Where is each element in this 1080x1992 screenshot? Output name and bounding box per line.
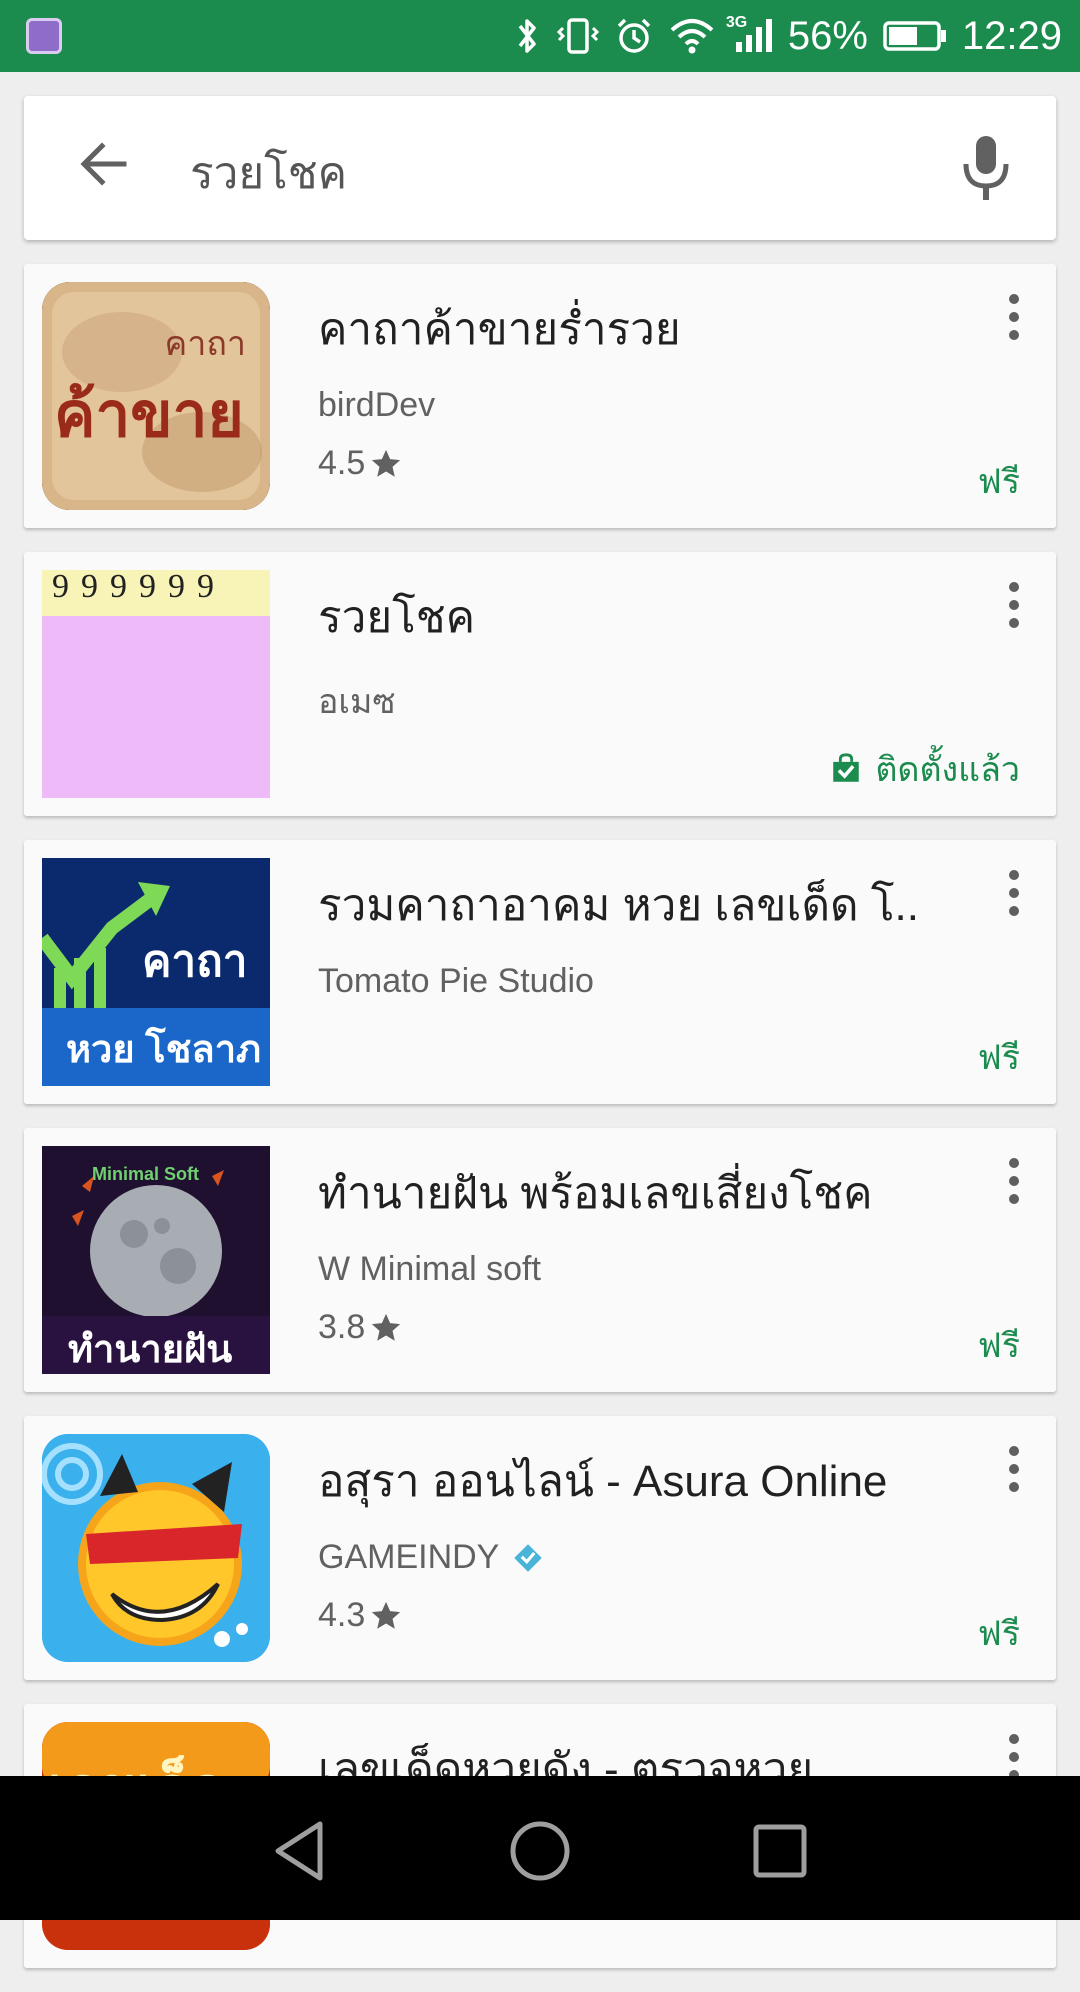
- search-results-list: คาถา ค้าขาย คาถาค้าขายร่ำรวย birdDev 4.5…: [24, 264, 1056, 1992]
- icon-text-bottom: ทำนายฝัน: [68, 1329, 233, 1371]
- price-label: ฟรี: [977, 463, 1020, 501]
- dot: [1009, 1194, 1019, 1204]
- icon-digits-strip: 999999: [42, 570, 270, 616]
- app-icon: [42, 1434, 270, 1662]
- more-options-button[interactable]: [994, 866, 1034, 926]
- app-developer: Tomato Pie Studio: [318, 962, 594, 1001]
- dot: [1009, 1482, 1019, 1492]
- triangle-back-icon: [275, 1821, 323, 1881]
- voice-search-button[interactable]: [956, 132, 1016, 204]
- developer-name: birdDev: [318, 386, 436, 424]
- dot: [1009, 330, 1019, 340]
- star-icon: [372, 1601, 401, 1629]
- dot: [1009, 1752, 1019, 1762]
- cell-signal-icon: 3G: [726, 14, 774, 56]
- battery-percent: 56%: [787, 13, 868, 58]
- more-options-button[interactable]: [994, 578, 1034, 638]
- app-title: ทำนายฝัน พร้อมเลขเสี่ยงโชค: [318, 1169, 873, 1218]
- clock: 12:29: [961, 13, 1062, 58]
- dot: [1009, 906, 1019, 916]
- app-title: รวยโชค: [318, 593, 476, 642]
- developer-name: Tomato Pie Studio: [318, 962, 594, 1000]
- installed-label: ติดตั้งแล้ว: [875, 751, 1020, 789]
- nav-back-button[interactable]: [262, 1816, 342, 1886]
- dot: [1009, 1734, 1019, 1744]
- status-bar: 3G 56% 12:29: [0, 0, 1080, 72]
- star-icon: [372, 1313, 401, 1341]
- square-recents-icon: [753, 1824, 807, 1878]
- icon-text-bottom: หวย โชลาภ: [66, 1029, 262, 1071]
- search-bar: รวยโชค: [24, 96, 1056, 240]
- app-card[interactable]: คาถา หวย โชลาภ รวมคาถาอาคม หวย เลขเด็ด โ…: [24, 840, 1056, 1104]
- battery-icon: [882, 18, 948, 54]
- developer-name: อเมซ: [318, 683, 396, 721]
- app-icon: คาถา ค้าขาย: [42, 282, 270, 510]
- installed-status: ติดตั้งแล้ว: [829, 742, 1020, 796]
- network-type-label: 3G: [725, 14, 748, 31]
- developer-name: W Minimal soft: [318, 1250, 541, 1288]
- star-icon: [372, 449, 401, 477]
- gallery-notification-icon: [26, 18, 62, 54]
- price-label: ฟรี: [977, 1039, 1020, 1077]
- dot: [1009, 1446, 1019, 1456]
- top-developer-badge-icon: [514, 1543, 543, 1572]
- app-icon: 999999: [42, 570, 270, 798]
- app-rating: 4.5: [318, 444, 403, 483]
- rating-value: 4.5: [318, 444, 366, 482]
- app-icon: คาถา หวย โชลาภ: [42, 858, 270, 1086]
- app-developer: birdDev: [318, 386, 435, 425]
- navigation-bar: [0, 1776, 1080, 1920]
- rating-value: 3.8: [318, 1308, 366, 1346]
- dot: [1009, 600, 1019, 610]
- back-button[interactable]: [76, 136, 176, 200]
- mic-icon: [963, 136, 1009, 200]
- app-developer: W Minimal soft: [318, 1250, 541, 1289]
- shopping-bag-check-icon: [833, 753, 860, 782]
- dot: [1009, 312, 1019, 322]
- app-title: อสุรา ออนไลน์ - Asura Online: [318, 1457, 888, 1506]
- icon-text-top: Minimal Soft: [92, 1164, 199, 1184]
- app-card[interactable]: Minimal Soft ทำนายฝัน ทำนายฝัน พร้อมเลขเ…: [24, 1128, 1056, 1392]
- vibrate-icon: [556, 16, 600, 56]
- dot: [1009, 888, 1019, 898]
- search-input[interactable]: รวยโชค: [190, 138, 347, 208]
- app-card[interactable]: 999999 รวยโชค อเมซ ติดตั้งแล้ว: [24, 552, 1056, 816]
- app-rating: 3.8: [318, 1308, 403, 1347]
- price-label: ฟรี: [977, 1615, 1020, 1653]
- price-label: ฟรี: [977, 1327, 1020, 1365]
- icon-text-top: คาถา: [142, 937, 248, 986]
- more-options-button[interactable]: [994, 290, 1034, 350]
- arrow-back-icon: [80, 142, 127, 186]
- icon-text-large: ค้าขาย: [54, 382, 244, 450]
- icon-text-small: คาถา: [164, 326, 246, 363]
- dot: [1009, 582, 1019, 592]
- circle-home-icon: [510, 1821, 570, 1881]
- developer-name: GAMEINDY: [318, 1538, 500, 1576]
- app-title: รวมคาถาอาคม หวย เลขเด็ด โ..: [318, 881, 919, 930]
- dot: [1009, 870, 1019, 880]
- dot: [1009, 1158, 1019, 1168]
- dot: [1009, 1176, 1019, 1186]
- app-rating: 4.3: [318, 1596, 403, 1635]
- wifi-icon: [668, 16, 716, 56]
- alarm-icon: [614, 16, 654, 56]
- app-card[interactable]: คาถา ค้าขาย คาถาค้าขายร่ำรวย birdDev 4.5…: [24, 264, 1056, 528]
- dot: [1009, 618, 1019, 628]
- rating-value: 4.3: [318, 1596, 366, 1634]
- app-developer: อเมซ: [318, 674, 396, 728]
- nav-home-button[interactable]: [500, 1816, 580, 1886]
- more-options-button[interactable]: [994, 1442, 1034, 1502]
- app-developer: GAMEINDY: [318, 1538, 543, 1577]
- icon-digits: 999999: [52, 570, 226, 605]
- app-icon: Minimal Soft ทำนายฝัน: [42, 1146, 270, 1374]
- more-options-button[interactable]: [994, 1154, 1034, 1214]
- dot: [1009, 1464, 1019, 1474]
- dot: [1009, 294, 1019, 304]
- nav-recents-button[interactable]: [740, 1816, 820, 1886]
- app-title: คาถาค้าขายร่ำรวย: [318, 305, 681, 354]
- bluetooth-icon: [512, 16, 542, 56]
- app-card[interactable]: อสุรา ออนไลน์ - Asura Online GAMEINDY 4.…: [24, 1416, 1056, 1680]
